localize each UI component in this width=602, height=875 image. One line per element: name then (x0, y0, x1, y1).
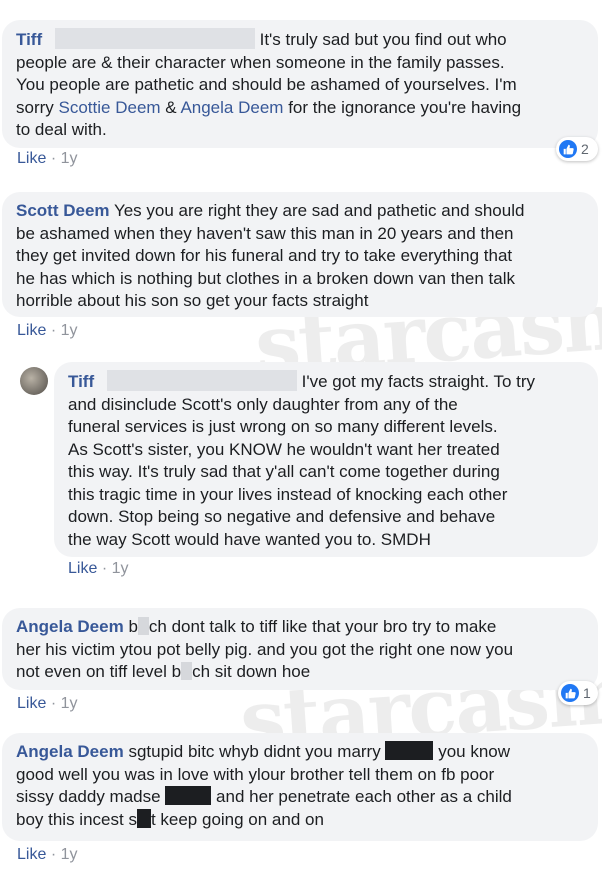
comment-bubble: Scott Deem Yes you are right they are sa… (2, 192, 598, 317)
timestamp[interactable]: 1y (112, 560, 129, 577)
comment-text: Yes you are right they are sad and pathe… (113, 201, 525, 220)
comment-text: this way. It's truly sad that y'all can'… (68, 462, 500, 481)
comment-text: and disinclude Scott's only daughter fro… (68, 394, 458, 414)
comment-text: ch sit down hoe (192, 662, 311, 681)
comment-text: this tragic time in your lives instead o… (68, 484, 508, 504)
reaction-number: 1 (583, 685, 591, 701)
separator: · (50, 695, 57, 712)
comment-author[interactable]: Tiff (16, 30, 42, 49)
reaction-count[interactable]: 2 (556, 137, 598, 161)
comment-author[interactable]: Angela Deem (16, 742, 124, 761)
censor-block (385, 741, 434, 760)
comment-text: sorry (16, 97, 54, 117)
like-link[interactable]: Like (17, 150, 46, 167)
like-link[interactable]: Like (17, 695, 46, 712)
comment-text: boy this incest s (16, 809, 137, 829)
comment-bubble: Angela Deem b ch dont talk to tiff like t… (2, 608, 598, 690)
comment-text: people are & their character when someon… (16, 52, 505, 72)
reaction-number: 2 (581, 141, 589, 157)
comment-text: As Scott's sister, you KNOW he wouldn't … (68, 439, 500, 459)
comment-text: horrible about his son so get your facts… (16, 291, 369, 310)
comment-actions: Like · 1y (17, 695, 78, 713)
comment-actions: Like · 1y (17, 846, 78, 864)
timestamp[interactable]: 1y (61, 846, 78, 863)
comment-text: you know (438, 742, 511, 761)
comment-text: I've got my facts straight. To try (301, 372, 536, 391)
comment-text: You people are pathetic and should be as… (16, 75, 517, 94)
timestamp[interactable]: 1y (61, 695, 78, 712)
comment-text: b (128, 617, 138, 636)
timestamp[interactable]: 1y (61, 322, 78, 339)
comment-text: ch dont talk to tiff like that your bro … (148, 617, 497, 636)
comment-text: the way Scott would have wanted you to. … (68, 529, 431, 549)
comment-text: not even on tiff level b (16, 662, 182, 681)
user-avatar[interactable] (20, 367, 48, 395)
comment-text: good well you was in love with ylour bro… (16, 764, 495, 784)
comment-text: sgtupid bitc whyb didnt you marry (128, 742, 381, 761)
comment-text: for the ignorance you're having (288, 97, 522, 117)
comment-text: down. Stop being so negative and defensi… (68, 507, 496, 526)
comment-text: funeral services is just wrong on so man… (68, 417, 498, 436)
comment-text: It's truly sad but you find out who (259, 30, 507, 49)
comment-author[interactable]: Tiff (68, 372, 94, 391)
comment-text: and her penetrate each other as a child (216, 787, 512, 806)
comment-text: & (165, 97, 177, 117)
comment-text: sissy daddy madse (16, 787, 161, 806)
comment-text: be ashamed when they haven't saw this ma… (16, 223, 514, 243)
mention-link[interactable]: Scottie Deem (59, 98, 161, 117)
comment-author[interactable]: Angela Deem (16, 617, 124, 636)
separator: · (101, 560, 108, 577)
comment-author[interactable]: Scott Deem (16, 201, 110, 220)
comment-text: they get invited down for his funeral an… (16, 246, 513, 265)
redacted-name (106, 370, 297, 391)
redacted-name (54, 28, 255, 49)
comment-text: to deal with. (16, 120, 107, 139)
like-link[interactable]: Like (68, 560, 97, 577)
censor-block (165, 786, 212, 805)
timestamp[interactable]: 1y (61, 150, 78, 167)
mention-link[interactable]: Angela Deem (180, 98, 283, 117)
comment-actions: Like · 1y (68, 560, 129, 578)
comment-text: he has which is nothing but clothes in a… (16, 268, 515, 288)
comment-actions: Like · 1y (17, 150, 78, 168)
thumbs-up-icon (559, 140, 577, 158)
comment-text: her his victim ytou pot belly pig. and y… (16, 639, 514, 659)
reply-bubble: Tiff I've got my facts straight. To try … (54, 362, 598, 557)
thumbs-up-icon (561, 684, 579, 702)
comment-bubble: Angela Deem sgtupid bitc whyb didnt you … (2, 733, 598, 841)
like-link[interactable]: Like (17, 846, 46, 863)
like-link[interactable]: Like (17, 322, 46, 339)
separator: · (50, 846, 57, 863)
separator: · (50, 150, 57, 167)
censor-block (181, 662, 193, 680)
comment-actions: Like · 1y (17, 322, 78, 340)
separator: · (50, 322, 57, 339)
reaction-count[interactable]: 1 (558, 681, 598, 705)
censor-block (136, 808, 151, 828)
censor-block (137, 617, 149, 635)
comment-bubble: Tiff It's truly sad but you find out who… (2, 20, 598, 148)
comment-text: t keep going on and on (150, 809, 324, 829)
